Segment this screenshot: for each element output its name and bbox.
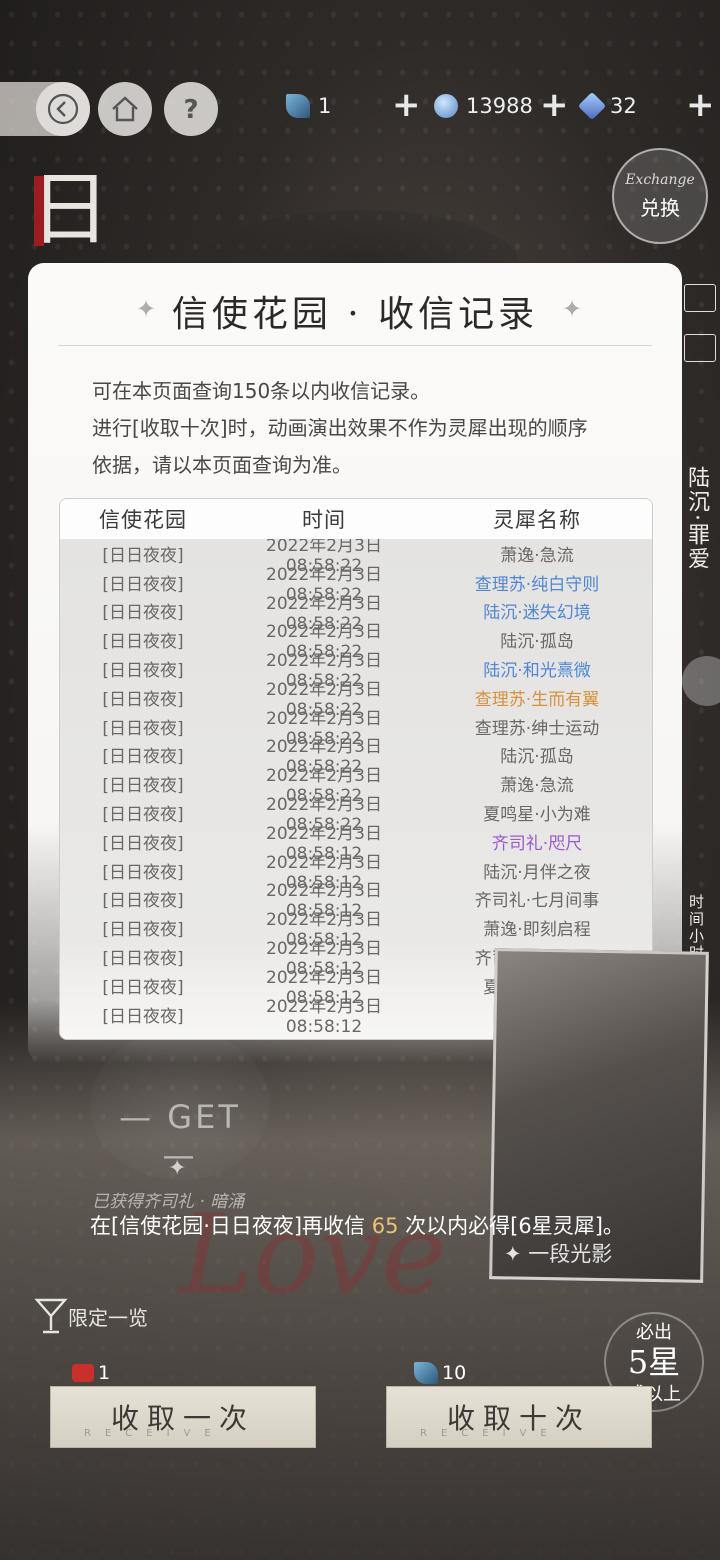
side-tab[interactable] bbox=[684, 334, 716, 362]
sparkle-icon: ✦ bbox=[562, 295, 583, 323]
row-name: 夏鸣星·小为难 bbox=[483, 805, 591, 826]
card-label: ✦ 一段光影 bbox=[504, 1242, 613, 1266]
help-icon: ? bbox=[183, 95, 198, 125]
row-name: 陆沉·孤岛 bbox=[500, 632, 574, 653]
feather-resource: 1 bbox=[286, 94, 331, 118]
feather-icon bbox=[414, 1362, 438, 1384]
top-bar: ? 1 + 13988 + 32 + bbox=[0, 82, 720, 140]
header-time: 时间 bbox=[302, 508, 346, 532]
row-garden: [日日夜夜] bbox=[102, 949, 184, 970]
header-garden: 信使花园 bbox=[99, 508, 187, 532]
gem-count: 13988 bbox=[466, 94, 533, 118]
obtained-text: 已获得齐司礼 · 暗涌 bbox=[92, 1192, 245, 1212]
exchange-button[interactable]: Exchange 兑换 bbox=[612, 148, 708, 244]
row-name: 萧逸·急流 bbox=[500, 776, 574, 797]
crystal-count: 32 bbox=[610, 94, 637, 118]
help-button[interactable]: ? bbox=[164, 82, 218, 136]
home-icon bbox=[112, 96, 138, 122]
guarantee-top: 必出 bbox=[636, 1322, 672, 1343]
decor-glyph: 日 bbox=[30, 163, 110, 256]
row-name: 查理苏·生而有翼 bbox=[474, 689, 600, 710]
back-icon bbox=[47, 93, 79, 125]
row-garden: [日日夜夜] bbox=[102, 661, 184, 682]
side-tab[interactable] bbox=[684, 284, 716, 312]
cocktail-icon bbox=[34, 1298, 68, 1334]
row-name: 陆沉·孤岛 bbox=[500, 747, 574, 768]
guarantee-star: 5星 bbox=[627, 1343, 681, 1381]
row-garden: [日日夜夜] bbox=[102, 833, 184, 854]
ticket-icon bbox=[72, 1364, 94, 1382]
add-crystal-button[interactable]: + bbox=[686, 88, 715, 122]
desc-line: 可在本页面查询150条以内收信记录。 bbox=[92, 379, 431, 403]
row-garden: [日日夜夜] bbox=[102, 920, 184, 941]
limited-list-button[interactable]: 限定一览 bbox=[34, 1296, 148, 1336]
card-label-text: 一段光影 bbox=[528, 1242, 613, 1266]
ten-cost: 10 bbox=[414, 1362, 466, 1384]
exchange-label: 兑换 bbox=[640, 195, 680, 220]
feather-icon bbox=[286, 94, 310, 118]
pity-notice: 在[信使花园·日日夜夜]再收信 65 次以内必得[6星灵犀]。 bbox=[90, 1210, 624, 1240]
table-header: 信使花园 时间 灵犀名称 bbox=[60, 499, 652, 539]
row-garden: [日日夜夜] bbox=[102, 776, 184, 797]
row-name: 萧逸·即刻启程 bbox=[483, 920, 591, 941]
row-garden: [日日夜夜] bbox=[102, 747, 184, 768]
row-garden: [日日夜夜] bbox=[102, 891, 184, 912]
receive-sub-label: RECEIVE bbox=[84, 1428, 225, 1439]
row-time: 2022年2月3日 08:58:12 bbox=[266, 996, 382, 1037]
row-name: 陆沉·和光熹微 bbox=[483, 661, 591, 682]
single-cost-value: 1 bbox=[98, 1362, 111, 1384]
row-garden: [日日夜夜] bbox=[102, 718, 184, 739]
crystal-icon bbox=[577, 91, 607, 121]
pity-count: 65 bbox=[371, 1214, 399, 1238]
row-garden: [日日夜夜] bbox=[102, 1006, 184, 1027]
single-cost: 1 bbox=[72, 1362, 110, 1384]
row-name: 陆沉·迷失幻境 bbox=[483, 603, 591, 624]
row-name: 陆沉·月伴之夜 bbox=[483, 862, 591, 883]
gem-resource: 13988 bbox=[434, 94, 533, 118]
row-garden: [日日夜夜] bbox=[102, 545, 184, 566]
add-feather-button[interactable]: + bbox=[392, 88, 421, 122]
row-name: 查理苏·绅士运动 bbox=[474, 718, 600, 739]
receive-record-dialog: ✦ 信使花园 · 收信记录 ✦ 可在本页面查询150条以内收信记录。 进行[收取… bbox=[28, 263, 682, 1063]
crystal-resource: 32 bbox=[577, 91, 637, 121]
row-garden: [日日夜夜] bbox=[102, 977, 184, 998]
add-gem-button[interactable]: + bbox=[540, 88, 569, 122]
row-name: 萧逸·急流 bbox=[500, 545, 574, 566]
gem-icon bbox=[434, 94, 458, 118]
row-garden: [日日夜夜] bbox=[102, 689, 184, 710]
header-name: 灵犀名称 bbox=[493, 508, 581, 532]
row-garden: [日日夜夜] bbox=[102, 632, 184, 653]
exchange-label-en: Exchange bbox=[625, 171, 695, 188]
row-name: 查理苏·纯白守则 bbox=[474, 574, 600, 595]
notice-prefix: 在[信使花园·日日夜夜]再收信 bbox=[90, 1214, 372, 1238]
get-text: GET bbox=[167, 1098, 241, 1136]
home-button[interactable] bbox=[98, 82, 152, 136]
feather-count: 1 bbox=[318, 94, 332, 118]
side-card-title: 陆沉·罪爱 bbox=[684, 466, 709, 571]
row-garden: [日日夜夜] bbox=[102, 862, 184, 883]
ten-cost-value: 10 bbox=[442, 1362, 467, 1384]
title-divider bbox=[58, 345, 652, 346]
row-name: 齐司礼·咫尺 bbox=[491, 833, 583, 854]
dialog-description: 可在本页面查询150条以内收信记录。 进行[收取十次]时，动画演出效果不作为灵犀… bbox=[92, 373, 672, 484]
receive-sub-label: RECEIVE bbox=[420, 1428, 561, 1439]
row-name: 齐司礼·七月间事 bbox=[474, 891, 600, 912]
row-garden: [日日夜夜] bbox=[102, 805, 184, 826]
dialog-title: 信使花园 · 收信记录 bbox=[171, 294, 539, 335]
limited-label: 限定一览 bbox=[68, 1305, 148, 1330]
desc-line: 进行[收取十次]时，动画演出效果不作为灵犀出现的顺序 bbox=[92, 416, 588, 440]
star-icon: ✦ bbox=[168, 1156, 187, 1181]
back-button[interactable] bbox=[36, 82, 90, 136]
notice-suffix: 次以内必得[6星灵犀]。 bbox=[398, 1214, 624, 1238]
desc-line: 依据，请以本页面查询为准。 bbox=[92, 453, 352, 477]
row-garden: [日日夜夜] bbox=[102, 574, 184, 595]
row-garden: [日日夜夜] bbox=[102, 603, 184, 624]
svg-text:?: ? bbox=[183, 95, 198, 125]
